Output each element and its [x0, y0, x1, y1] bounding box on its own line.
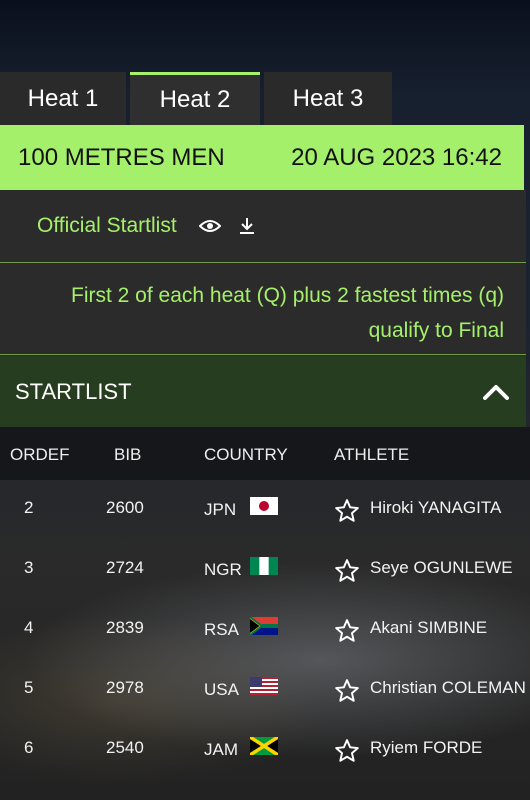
qualification-rules: First 2 of each heat (Q) plus 2 fastest … — [0, 263, 526, 355]
col-athlete[interactable]: ATHLETE — [334, 445, 409, 465]
japan-flag-icon — [250, 497, 278, 515]
table-header: ORDEF BIB COUNTRY ATHLETE — [0, 427, 530, 480]
tab-heat-2[interactable]: Heat 2 — [130, 72, 260, 125]
official-startlist-row: Official Startlist — [0, 190, 526, 263]
chevron-up-icon[interactable] — [482, 383, 510, 401]
order-cell: 4 — [24, 618, 34, 637]
nigeria-flag-icon — [250, 557, 278, 575]
table-row[interactable]: 5 2978 USA Christian COLEMAN — [0, 660, 530, 720]
section-title: STARTLIST — [15, 378, 132, 404]
table-row[interactable]: 3 2724 NGR Seye OGUNLEWE — [0, 540, 530, 600]
tab-heat-3[interactable]: Heat 3 — [264, 72, 392, 125]
star-icon[interactable] — [334, 498, 360, 524]
bib-cell: 2540 — [106, 738, 144, 757]
star-icon[interactable] — [334, 618, 360, 644]
col-bib[interactable]: BIB — [114, 445, 141, 465]
bib-cell: 2978 — [106, 678, 144, 697]
country-cell: RSA — [204, 620, 239, 639]
athlete-name[interactable]: Christian COLEMAN — [370, 678, 526, 698]
event-datetime: 20 AUG 2023 16:42 — [291, 143, 502, 171]
athlete-name[interactable]: Seye OGUNLEWE — [370, 558, 513, 578]
bib-cell: 2839 — [106, 618, 144, 637]
startlist-section-header[interactable]: STARTLIST — [0, 356, 526, 427]
col-order[interactable]: ORDEF — [10, 445, 70, 465]
eye-icon[interactable] — [198, 219, 221, 233]
country-cell: JAM — [204, 740, 238, 759]
star-icon[interactable] — [334, 678, 360, 704]
tab-heat-1[interactable]: Heat 1 — [0, 72, 126, 125]
athlete-name[interactable]: Hiroki YANAGITA — [370, 498, 501, 518]
athlete-name[interactable]: Ryiem FORDE — [370, 738, 482, 758]
athlete-name[interactable]: Akani SIMBINE — [370, 618, 487, 638]
heat-tabs: Heat 1 Heat 2 Heat 3 — [0, 72, 396, 125]
info-panel: Official Startlist First 2 of each heat … — [0, 190, 526, 427]
order-cell: 6 — [24, 738, 34, 757]
star-icon[interactable] — [334, 738, 360, 764]
col-country[interactable]: COUNTRY — [204, 445, 288, 465]
top-banner — [0, 0, 530, 74]
qualification-line-2: qualify to Final — [368, 319, 504, 342]
event-bar: 100 METRES MEN 20 AUG 2023 16:42 — [0, 125, 524, 190]
table-row[interactable]: 6 2540 JAM Ryiem FORDE — [0, 720, 530, 780]
bib-cell: 2724 — [106, 558, 144, 577]
download-icon[interactable] — [239, 217, 255, 235]
jamaica-flag-icon — [250, 737, 278, 755]
country-cell: JPN — [204, 500, 237, 519]
south-africa-flag-icon — [250, 617, 278, 635]
country-cell: USA — [204, 680, 239, 699]
table-row[interactable]: 4 2839 RSA Akani SIMBINE — [0, 600, 530, 660]
official-startlist-link[interactable]: Official Startlist — [37, 214, 177, 238]
star-icon[interactable] — [334, 558, 360, 584]
order-cell: 3 — [24, 558, 34, 577]
bib-cell: 2600 — [106, 498, 144, 517]
usa-flag-icon — [250, 677, 278, 695]
country-cell: NGR — [204, 560, 242, 579]
order-cell: 5 — [24, 678, 34, 697]
qualification-line-1: First 2 of each heat (Q) plus 2 fastest … — [71, 284, 504, 307]
startlist-table: 2 2600 JPN Hiroki YANAGITA 3 2724 NGR Se… — [0, 480, 530, 780]
event-name: 100 METRES MEN — [18, 143, 225, 171]
table-row[interactable]: 2 2600 JPN Hiroki YANAGITA — [0, 480, 530, 540]
order-cell: 2 — [24, 498, 34, 517]
